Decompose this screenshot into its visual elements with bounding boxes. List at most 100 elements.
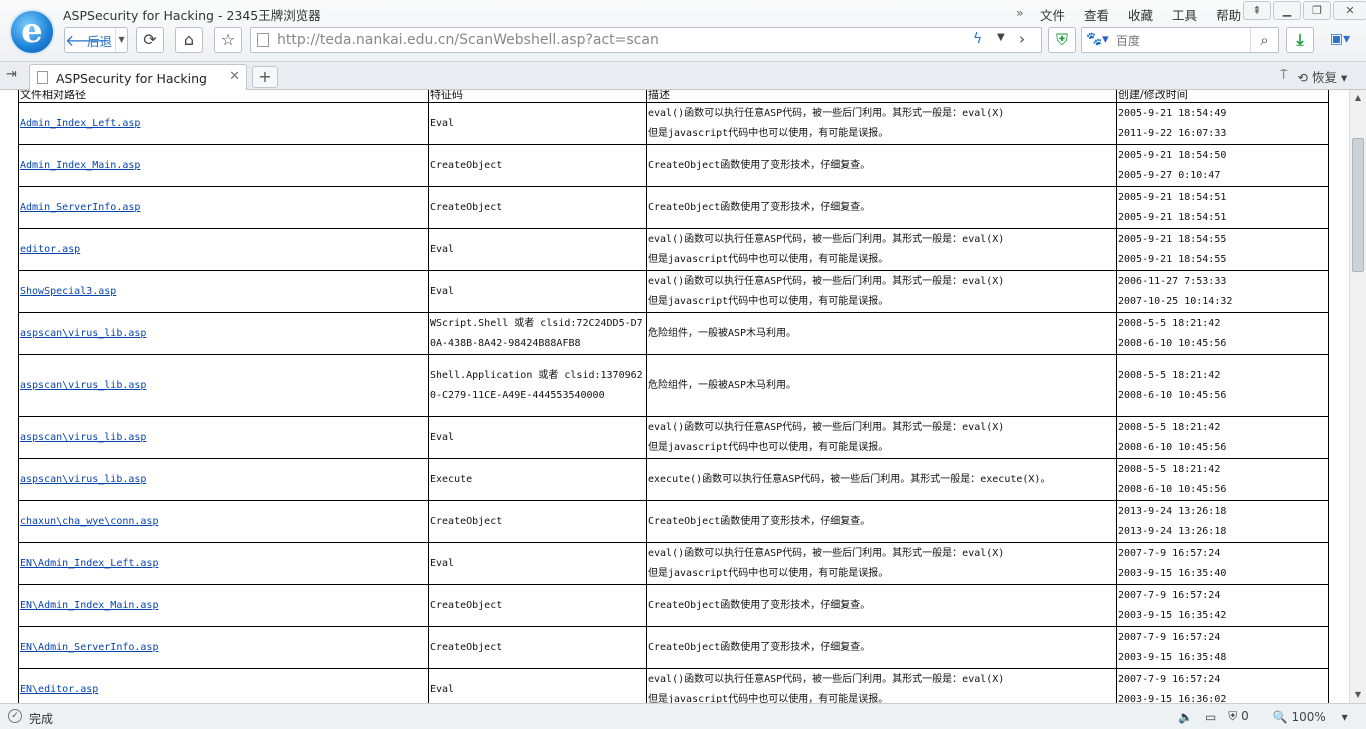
back-arrow-icon: 🡐 [65,31,108,50]
description-line: eval()函数可以执行任意ASP代码，被一些后门利用。其形式一般是：eval(… [648,275,1005,287]
description-line: CreateObject函数使用了变形技术，仔细复查。 [648,159,871,171]
tab-aspsecurity[interactable]: ASPSecurity for Hacking ✕ [29,64,247,91]
close-window-button[interactable]: ✕ [1333,1,1366,20]
scroll-up-icon[interactable]: ▲ [1350,90,1366,106]
file-path-link[interactable]: aspscan\virus_lib.asp [20,328,146,339]
search-input[interactable] [1116,32,1246,49]
cell-description: 危险组件，一般被ASP木马利用。 [646,354,1117,417]
volume-icon[interactable]: 🔈 [1178,710,1193,724]
download-icon[interactable]: ⤓ [1286,27,1314,53]
refresh-button[interactable]: ⟳ [136,27,164,53]
restore-button[interactable]: ⟲ 恢复 ▾ [1298,67,1348,86]
maximize-button[interactable]: ❐ [1303,1,1331,20]
browser-toolbar: e ASPSecurity for Hacking - 2345王牌浏览器 » … [0,0,1366,62]
address-url[interactable]: http://teda.nankai.edu.cn/ScanWebshell.a… [277,32,659,48]
file-path-link[interactable]: chaxun\cha_wye\conn.asp [20,516,158,527]
signature-text: Eval [430,285,455,297]
signature-text: CreateObject [430,159,503,171]
table-row: editor.asp Eval eval()函数可以执行任意ASP代码，被一些后门利… [18,228,1329,271]
scroll-down-icon[interactable]: ▼ [1350,687,1366,703]
back-history-dropdown[interactable]: ▼ [115,28,127,52]
table-header: 文件相对路径 特征码 描述 创建/修改时间 [18,90,1329,103]
minimize-button[interactable]: ▁ [1273,1,1301,20]
cell-description: execute()函数可以执行任意ASP代码，被一些后门利用。其形式一般是：ex… [646,458,1117,501]
sidebar-toggle-icon[interactable]: ⇥ [6,67,17,82]
file-path-link[interactable]: Admin_ServerInfo.asp [20,202,140,213]
speed-mode-icon[interactable]: ϟ [973,31,982,47]
scroll-thumb[interactable] [1352,138,1364,272]
cell-time: 2008-5-5 18:21:42 2008-6-10 10:45:56 [1116,416,1329,459]
file-path-link[interactable]: EN\Admin_Index_Main.asp [20,600,158,611]
description-line: 但是javascript代码中也可以使用，有可能是误报。 [648,253,889,265]
status-actions: 🔈 ▭ ⛨ 0 🔍 100% ▾ [1178,709,1360,724]
cell-description: eval()函数可以执行任意ASP代码，被一些后门利用。其形式一般是：eval(… [646,228,1117,271]
star-icon: ☆ [220,30,236,49]
cell-description: CreateObject函数使用了变形技术，仔细复查。 [646,584,1117,627]
cell-description: CreateObject函数使用了变形技术，仔细复查。 [646,144,1117,187]
menu-view[interactable]: 查看 [1084,5,1109,24]
description-line: 但是javascript代码中也可以使用，有可能是误报。 [648,693,889,704]
cell-time: 2005-9-21 18:54:51 2005-9-21 18:54:51 [1116,186,1329,229]
menu-overflow-icon[interactable]: » [1016,5,1040,24]
monitor-icon[interactable]: ▣▾ [1320,27,1360,53]
home-button[interactable]: ⌂ [175,27,203,53]
vertical-scrollbar[interactable]: ▲ ▼ [1349,90,1366,703]
address-bar[interactable]: http://teda.nankai.edu.cn/ScanWebshell.a… [250,27,1042,53]
modified-time: 2005-9-21 18:54:51 [1118,211,1227,223]
file-path-link[interactable]: Admin_Index_Main.asp [20,160,140,171]
description-line: eval()函数可以执行任意ASP代码，被一些后门利用。其形式一般是：eval(… [648,421,1005,433]
close-tab-icon[interactable]: ✕ [229,69,240,84]
search-engine-icon[interactable]: 🐾▾ [1086,32,1109,47]
file-path-link[interactable]: aspscan\virus_lib.asp [20,474,146,485]
cell-description: 危险组件，一般被ASP木马利用。 [646,312,1117,355]
menu-favorites[interactable]: 收藏 [1128,5,1153,24]
file-path-link[interactable]: EN\Admin_ServerInfo.asp [20,642,158,653]
signature-text: CreateObject [430,515,503,527]
modified-time: 2008-6-10 10:45:56 [1118,337,1227,349]
cell-description: CreateObject函数使用了变形技术，仔细复查。 [646,626,1117,669]
tab-page-icon [37,71,48,84]
file-path-link[interactable]: aspscan\virus_lib.asp [20,380,146,391]
cell-time: 2005-9-21 18:54:49 2011-9-22 16:07:33 [1116,102,1329,145]
zoom-control[interactable]: 🔍 100% ▾ [1273,710,1348,724]
scan-results-table: 文件相对路径 特征码 描述 创建/修改时间 Admin_Index_Left.a… [18,90,1329,703]
file-path-link[interactable]: editor.asp [20,244,80,255]
table-row: aspscan\virus_lib.asp Execute execute()函数可… [18,458,1329,501]
modified-time: 2005-9-21 18:54:55 [1118,253,1227,265]
description-line: execute()函数可以执行任意ASP代码，被一些后门利用。其形式一般是：ex… [648,473,1051,485]
cell-path: Admin_ServerInfo.asp [18,186,429,229]
window-mode-icon[interactable]: ▭ [1205,710,1216,724]
new-tab-button[interactable]: + [252,66,278,88]
description-line: CreateObject函数使用了变形技术，仔细复查。 [648,201,871,213]
file-path-link[interactable]: Admin_Index_Left.asp [20,118,140,129]
created-time: 2005-9-21 18:54:55 [1118,233,1227,245]
skin-icon[interactable]: ⇞ [1243,1,1271,20]
clear-icon[interactable]: ⍑ [1280,67,1288,86]
description-line: eval()函数可以执行任意ASP代码，被一些后门利用。其形式一般是：eval(… [648,107,1005,119]
favorite-button[interactable]: ☆ [214,27,242,53]
go-arrow-icon[interactable]: › [1019,30,1025,48]
menu-help[interactable]: 帮助 [1216,5,1241,24]
status-text: 完成 [29,712,54,726]
address-dropdown-icon[interactable]: ▼ [997,32,1005,43]
file-path-link[interactable]: EN\editor.asp [20,684,98,695]
cell-signature: CreateObject [428,144,647,187]
menu-file[interactable]: 文件 [1040,5,1065,24]
file-path-link[interactable]: aspscan\virus_lib.asp [20,432,146,443]
security-status[interactable]: ⛨ 0 [1228,709,1260,724]
cell-signature: Execute [428,458,647,501]
file-path-link[interactable]: ShowSpecial3.asp [20,286,116,297]
created-time: 2007-7-9 16:57:24 [1118,673,1221,685]
modified-time: 2008-6-10 10:45:56 [1118,483,1227,495]
back-button[interactable]: 🡐 后退 ▼ [64,27,128,53]
search-icon[interactable]: ⌕ [1250,28,1278,52]
file-path-link[interactable]: EN\Admin_Index_Left.asp [20,558,158,569]
description-line: 危险组件，一般被ASP木马利用。 [648,379,797,391]
security-shield-icon[interactable]: ⛨ [1048,27,1076,53]
menu-tools[interactable]: 工具 [1172,5,1197,24]
description-line: CreateObject函数使用了变形技术，仔细复查。 [648,641,871,653]
signature-text: Execute [430,473,473,485]
table-row: aspscan\virus_lib.asp Shell.Application 或… [18,354,1329,417]
cell-time: 2007-7-9 16:57:24 2003-9-15 16:35:48 [1116,626,1329,669]
cell-description: eval()函数可以执行任意ASP代码，被一些后门利用。其形式一般是：eval(… [646,668,1117,704]
